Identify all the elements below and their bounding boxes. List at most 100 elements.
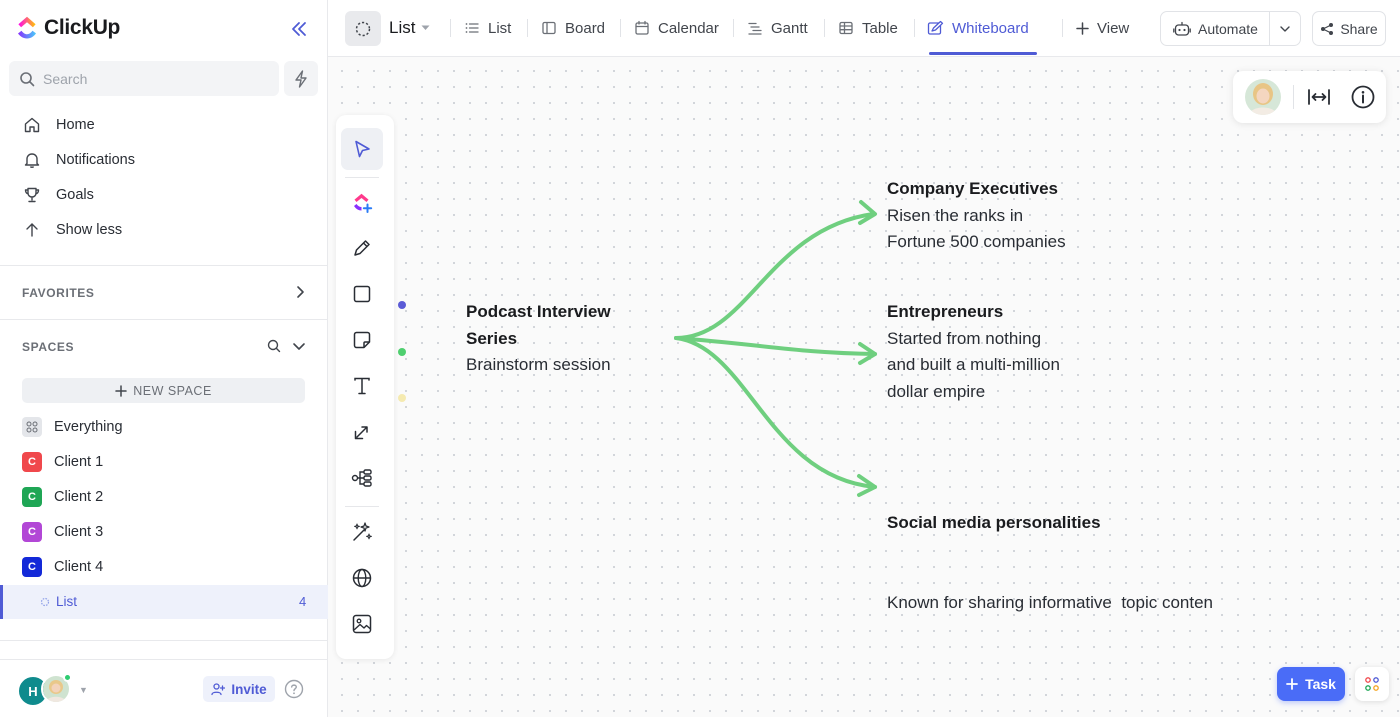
whiteboard-canvas[interactable]: Podcast Interview Series Brainstorm sess… <box>328 57 1400 717</box>
collapse-sidebar-button[interactable] <box>288 18 310 40</box>
node-text: Fortune 500 companies <box>887 232 1066 251</box>
view-divider <box>914 19 915 37</box>
mind-map-root-node[interactable]: Podcast Interview Series Brainstorm sess… <box>466 299 611 379</box>
task-label: Task <box>1305 676 1336 692</box>
nav-show-less[interactable]: Show less <box>22 218 122 242</box>
spaces-collapse-button[interactable] <box>291 338 307 354</box>
board-icon <box>542 21 556 35</box>
favorites-expand-button[interactable] <box>292 284 308 300</box>
space-avatar: C <box>22 452 42 472</box>
home-icon <box>22 115 42 135</box>
tab-table[interactable]: Table <box>838 17 898 39</box>
automate-main[interactable]: Automate <box>1161 21 1269 37</box>
share-icon <box>1321 22 1334 35</box>
tab-whiteboard[interactable]: Whiteboard <box>927 17 1029 39</box>
spaces-search-button[interactable] <box>266 338 282 354</box>
view-topbar: List List Board Calendar Gantt Table Whi… <box>328 0 1400 57</box>
robot-icon <box>1173 21 1191 36</box>
sidebar: ClickUp Search Home Notifications Goals … <box>0 0 328 717</box>
help-icon <box>284 679 304 699</box>
nav-notifications[interactable]: Notifications <box>22 148 135 172</box>
clickup-logo-icon <box>18 16 36 39</box>
mind-map-node-entrepreneurs[interactable]: Entrepreneurs Started from nothing and b… <box>887 299 1060 405</box>
arrowhead-company-executives <box>858 200 877 225</box>
double-chevron-left-icon <box>292 22 306 36</box>
automate-dropdown-button[interactable] <box>1270 23 1300 35</box>
tab-calendar[interactable]: Calendar <box>634 17 719 39</box>
quick-actions-button[interactable] <box>284 61 318 96</box>
tab-gantt[interactable]: Gantt <box>747 17 808 39</box>
invite-button[interactable]: Invite <box>203 676 275 702</box>
new-task-button[interactable]: Task <box>1277 667 1345 701</box>
sidebar-divider <box>0 319 328 320</box>
clickup-logo[interactable]: ClickUp <box>16 16 120 40</box>
tab-board-label: Board <box>565 19 606 37</box>
root-title-line: Podcast Interview <box>466 302 611 321</box>
tab-whiteboard-label: Whiteboard <box>952 19 1029 37</box>
add-view-button[interactable]: View <box>1076 17 1129 39</box>
space-client-4[interactable]: C Client 4 <box>22 556 103 578</box>
plus-icon <box>1076 21 1089 35</box>
chevron-down-icon <box>293 343 305 350</box>
lightning-icon <box>295 69 307 88</box>
bell-icon <box>22 150 42 170</box>
nav-goals[interactable]: Goals <box>22 183 94 207</box>
whiteboard-icon <box>927 20 944 35</box>
favorites-title: FAVORITES <box>22 286 95 300</box>
tab-list[interactable]: List <box>464 17 511 39</box>
node-text: Started from nothing <box>887 328 1042 348</box>
tab-board[interactable]: Board <box>541 17 605 39</box>
list-count: 4 <box>299 594 307 609</box>
search-placeholder: Search <box>43 70 88 87</box>
node-text: dollar empire <box>887 381 986 401</box>
space-everything[interactable]: Everything <box>22 416 123 438</box>
node-title: Entrepreneurs <box>887 302 1004 321</box>
help-button[interactable] <box>284 679 304 699</box>
nav-notifications-label: Notifications <box>56 152 135 168</box>
table-icon <box>839 21 853 35</box>
nav-home-label: Home <box>56 117 95 133</box>
space-label: Client 1 <box>54 454 104 470</box>
space-client-3[interactable]: C Client 3 <box>22 521 103 543</box>
mind-map-node-social-media[interactable]: Social media personalities Known for sha… <box>887 457 1213 669</box>
space-client-2[interactable]: C Client 2 <box>22 486 103 508</box>
space-client-1[interactable]: C Client 1 <box>22 451 103 473</box>
tab-list-label: List <box>488 19 512 37</box>
space-avatar: C <box>22 522 42 542</box>
sidebar-list-item-list[interactable]: List 4 <box>0 585 328 619</box>
search-icon <box>267 339 281 353</box>
automate-label: Automate <box>1198 20 1258 37</box>
new-space-button[interactable]: NEW SPACE <box>22 378 305 403</box>
list-status-icon <box>355 21 371 36</box>
view-divider <box>620 19 621 37</box>
space-label: Client 4 <box>54 559 104 575</box>
view-divider <box>1062 19 1063 37</box>
sidebar-divider <box>0 640 328 641</box>
root-title-line: Series <box>466 328 518 348</box>
nav-home[interactable]: Home <box>22 113 95 137</box>
view-divider <box>824 19 825 37</box>
arrow-up-icon <box>22 220 42 240</box>
share-button[interactable]: Share <box>1312 11 1386 46</box>
list-settings-button[interactable] <box>345 11 381 46</box>
space-label: Client 2 <box>54 489 104 505</box>
search-input[interactable]: Search <box>9 61 279 96</box>
tab-gantt-label: Gantt <box>771 19 808 37</box>
arrow-to-social-media <box>674 336 877 489</box>
apps-button[interactable] <box>1355 667 1389 701</box>
spaces-title: SPACES <box>22 340 75 354</box>
mind-map-connectors <box>674 200 877 497</box>
list-title[interactable]: List <box>389 18 430 38</box>
list-status-icon <box>40 597 50 607</box>
chevron-down-icon <box>1280 25 1290 32</box>
tab-table-label: Table <box>862 19 898 37</box>
add-view-label: View <box>1097 19 1130 37</box>
automate-button[interactable]: Automate <box>1160 11 1301 46</box>
tab-calendar-label: Calendar <box>658 19 719 37</box>
caret-down-icon[interactable]: ▼ <box>79 685 88 695</box>
mind-map-node-company-executives[interactable]: Company Executives Risen the ranks in Fo… <box>887 176 1066 256</box>
trophy-icon <box>22 185 42 205</box>
node-text: Known for sharing informative topic cont… <box>887 592 1214 612</box>
node-text: Risen the ranks in <box>887 205 1024 225</box>
online-status-dot <box>63 673 72 682</box>
